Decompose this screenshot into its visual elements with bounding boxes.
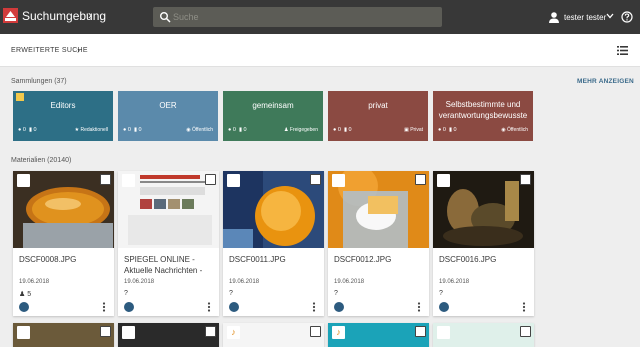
image-type-icon: [122, 326, 135, 339]
app-title[interactable]: Suchumgebung: [22, 9, 106, 23]
image-type-icon: [17, 326, 30, 339]
image-type-icon: [17, 174, 30, 187]
question-icon: ?: [334, 290, 338, 297]
collection-card[interactable]: gemeinsam ● 0 ▮ 0 ♟ Freigegeben: [223, 91, 323, 141]
collection-scope: ◉ Öffentlich: [186, 127, 213, 133]
collection-title: Editors: [50, 101, 76, 110]
material-date: 19.06.2018: [439, 279, 470, 285]
list-view-icon[interactable]: [617, 46, 628, 55]
collection-title: Selbstbestimmte und verantwortungsbewuss…: [438, 100, 528, 120]
app-logo[interactable]: [3, 8, 18, 23]
image-type-icon: [332, 174, 345, 187]
collection-title: gemeinsam: [252, 101, 294, 110]
material-thumbnail[interactable]: [118, 171, 219, 248]
play-icon[interactable]: [334, 302, 344, 312]
material-title[interactable]: DSCF0016.JPG: [439, 254, 531, 265]
material-title[interactable]: DSCF0008.JPG: [19, 254, 111, 265]
material-card[interactable]: DSCF0016.JPG 19.06.2018 ?: [433, 171, 534, 316]
material-date: 19.06.2018: [229, 279, 260, 285]
question-icon: ?: [439, 290, 443, 297]
collection-stats: ● 0 ▮ 0: [438, 127, 457, 133]
material-title[interactable]: DSCF0011.JPG: [229, 254, 321, 265]
material-title[interactable]: DSCF0012.JPG: [334, 254, 426, 265]
material-meta: ♟ 5: [19, 291, 32, 298]
play-icon[interactable]: [124, 302, 134, 312]
select-checkbox[interactable]: [205, 174, 216, 185]
more-options-icon[interactable]: [522, 302, 526, 312]
play-icon[interactable]: [19, 302, 29, 312]
chevron-right-icon[interactable]: ›: [77, 45, 80, 55]
audio-type-icon: ♪: [332, 326, 345, 339]
select-checkbox[interactable]: [100, 174, 111, 185]
material-thumbnail[interactable]: [13, 171, 114, 248]
material-date: 19.06.2018: [124, 279, 155, 285]
collection-card[interactable]: Selbstbestimmte und verantwortungsbewuss…: [433, 91, 533, 141]
user-icon: [549, 12, 559, 23]
user-name[interactable]: tester tester: [564, 13, 606, 22]
more-options-icon[interactable]: [312, 302, 316, 312]
select-checkbox[interactable]: [520, 174, 531, 185]
collection-scope: ◉ Öffentlich: [501, 127, 528, 133]
collections-heading: Sammlungen (37): [11, 78, 67, 85]
chevron-right-icon[interactable]: ›: [88, 8, 92, 22]
collection-title: privat: [368, 101, 388, 110]
select-checkbox[interactable]: [415, 174, 426, 185]
material-card[interactable]: ♪: [328, 323, 429, 347]
material-card[interactable]: DSCF0011.JPG 19.06.2018 ?: [223, 171, 324, 316]
play-icon[interactable]: [439, 302, 449, 312]
select-checkbox[interactable]: [415, 326, 426, 337]
collection-stats: ● 0 ▮ 0: [333, 127, 352, 133]
material-date: 19.06.2018: [334, 279, 365, 285]
select-checkbox[interactable]: [310, 174, 321, 185]
image-type-icon: [437, 174, 450, 187]
material-card[interactable]: [13, 323, 114, 347]
material-thumbnail[interactable]: [433, 171, 534, 248]
play-icon[interactable]: [229, 302, 239, 312]
image-type-icon: [437, 326, 450, 339]
more-options-icon[interactable]: [207, 302, 211, 312]
collection-card[interactable]: privat ● 0 ▮ 0 ▣ Privat: [328, 91, 428, 141]
material-card[interactable]: [433, 323, 534, 347]
select-checkbox[interactable]: [100, 326, 111, 337]
top-bar: Suchumgebung › tester tester: [0, 0, 640, 34]
search-icon: [160, 12, 171, 23]
material-title[interactable]: SPIEGEL ONLINE - Aktuelle Nachrichten -: [124, 254, 216, 276]
show-more-link[interactable]: MEHR ANZEIGEN: [577, 78, 634, 85]
help-icon[interactable]: [621, 11, 633, 23]
material-card[interactable]: SPIEGEL ONLINE - Aktuelle Nachrichten - …: [118, 171, 219, 316]
material-card[interactable]: DSCF0012.JPG 19.06.2018 ?: [328, 171, 429, 316]
select-checkbox[interactable]: [310, 326, 321, 337]
search-box[interactable]: [153, 7, 442, 27]
material-thumbnail[interactable]: [223, 171, 324, 248]
select-checkbox[interactable]: [205, 326, 216, 337]
material-date: 19.06.2018: [19, 279, 50, 285]
collection-scope: ▣ Privat: [404, 127, 423, 133]
collection-scope: ♟ Freigegeben: [284, 127, 318, 133]
more-options-icon[interactable]: [102, 302, 106, 312]
collection-title: OER: [159, 101, 177, 110]
search-input[interactable]: [173, 10, 433, 24]
collection-scope: ★ Redaktionell: [74, 127, 108, 133]
audio-type-icon: ♪: [227, 326, 240, 339]
question-icon: ?: [229, 290, 233, 297]
sub-bar: ERWEITERTE SUCHE ›: [0, 34, 640, 67]
collection-card[interactable]: OER ● 0 ▮ 0 ◉ Öffentlich: [118, 91, 218, 141]
collection-stats: ● 0 ▮ 0: [123, 127, 142, 133]
material-card[interactable]: DSCF0008.JPG 19.06.2018 ♟ 5: [13, 171, 114, 316]
material-card[interactable]: [118, 323, 219, 347]
material-thumbnail[interactable]: [328, 171, 429, 248]
collection-card[interactable]: Editors ● 0 ▮ 0 ★ Redaktionell: [13, 91, 113, 141]
more-options-icon[interactable]: [417, 302, 421, 312]
collection-stats: ● 0 ▮ 0: [228, 127, 247, 133]
material-card[interactable]: ♪: [223, 323, 324, 347]
question-icon: ?: [124, 290, 128, 297]
people-icon: ♟: [19, 291, 26, 298]
image-type-icon: [227, 174, 240, 187]
chevron-down-icon[interactable]: [606, 13, 614, 19]
link-type-icon: [122, 174, 135, 187]
select-checkbox[interactable]: [520, 326, 531, 337]
collection-stats: ● 0 ▮ 0: [18, 127, 37, 133]
materials-heading: Materialien (20140): [11, 157, 72, 164]
